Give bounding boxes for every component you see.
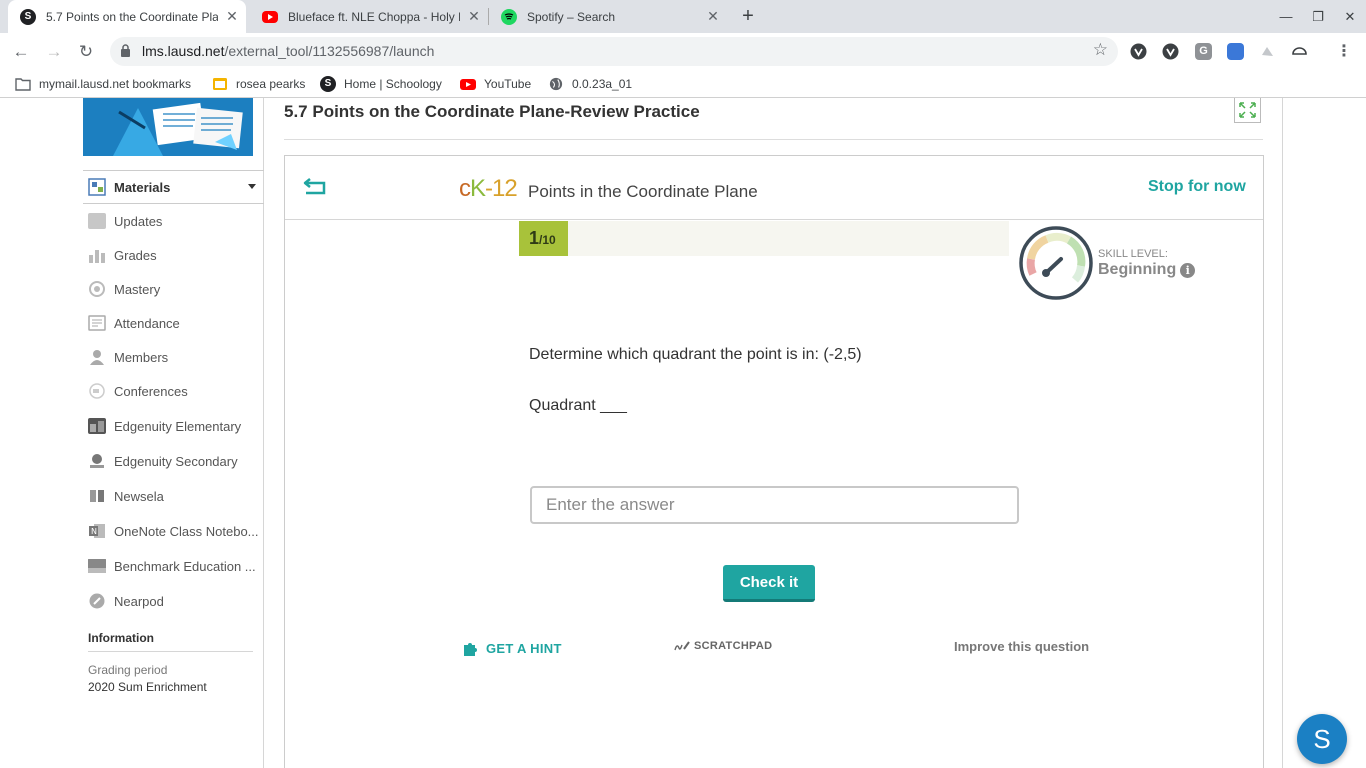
- progress-bar: [519, 221, 1009, 256]
- forward-icon[interactable]: →: [42, 40, 66, 64]
- fullscreen-button[interactable]: [1234, 98, 1261, 123]
- stop-for-now-button[interactable]: Stop for now: [1148, 178, 1246, 196]
- pencil-scribble-icon: [674, 641, 690, 651]
- divider: [88, 651, 253, 652]
- sidebar-item-onenote[interactable]: N OneNote Class Notebo...: [88, 520, 268, 542]
- restore-icon[interactable]: ❐: [1302, 0, 1334, 33]
- folder-icon: [213, 78, 227, 90]
- ck12-header: [285, 156, 1263, 220]
- page-title: 5.7 Points on the Coordinate Plane-Revie…: [284, 102, 700, 121]
- grading-period-label: Grading period: [88, 663, 168, 677]
- sidebar-item-edgenuity-elementary[interactable]: Edgenuity Elementary: [88, 415, 268, 437]
- page-viewport: Materials Updates Grades Mastery Attenda…: [0, 98, 1366, 768]
- bookmark-mymail[interactable]: mymail.lausd.net bookmarks: [15, 70, 191, 98]
- skill-level-label: SKILL LEVEL:: [1098, 248, 1168, 260]
- bookmark-star-icon[interactable]: ☆: [1093, 40, 1108, 60]
- sidebar-item-newsela[interactable]: Newsela: [88, 485, 268, 507]
- new-tab-button[interactable]: +: [736, 5, 760, 29]
- tab-spotify[interactable]: Spotify – Search ✕: [489, 0, 727, 33]
- expand-icon: [1239, 102, 1256, 118]
- spotify-icon: [501, 8, 517, 25]
- get-hint-button[interactable]: GET A HINT: [462, 639, 562, 657]
- sidebar-item-updates[interactable]: Updates: [88, 210, 268, 232]
- question-text: Determine which quadrant the point is in…: [529, 346, 862, 363]
- extension-shield-icon[interactable]: [1130, 43, 1147, 60]
- bookmark-rosea-pearks[interactable]: rosea pearks: [212, 70, 305, 98]
- sidebar-item-benchmark[interactable]: Benchmark Education ...: [88, 555, 268, 577]
- sidebar-item-conferences[interactable]: Conferences: [88, 380, 268, 402]
- globe-icon: [549, 77, 563, 91]
- address-bar[interactable]: lms.lausd.net/external_tool/1132556987/l…: [110, 37, 1118, 66]
- scratchpad-button[interactable]: SCRATCHPAD: [674, 639, 772, 653]
- youtube-icon: [460, 79, 476, 90]
- newsela-icon: [90, 490, 104, 502]
- skill-gauge-icon: [1019, 226, 1093, 300]
- grades-icon: [89, 250, 105, 263]
- materials-icon: [88, 178, 106, 196]
- reload-icon[interactable]: ↻: [74, 40, 98, 64]
- check-it-button[interactable]: Check it: [723, 565, 815, 602]
- sidebar-item-attendance[interactable]: Attendance: [88, 312, 268, 334]
- divider: [284, 139, 1263, 140]
- back-icon[interactable]: ←: [9, 40, 33, 64]
- question-prompt: Quadrant ___: [529, 397, 627, 414]
- puzzle-piece-icon: [464, 643, 477, 656]
- concept-title: Points in the Coordinate Plane: [528, 182, 758, 201]
- information-heading: Information: [88, 631, 154, 645]
- improve-question-link[interactable]: Improve this question: [954, 639, 1089, 654]
- nearpod-icon: [89, 593, 105, 609]
- return-arrow-icon[interactable]: [302, 176, 328, 196]
- folder-icon: [15, 78, 31, 91]
- tab-coordinate-plane[interactable]: S 5.7 Points on the Coordinate Pla ✕: [8, 0, 246, 33]
- browser-tab-bar: S 5.7 Points on the Coordinate Pla ✕ Blu…: [0, 0, 1366, 33]
- sidebar-item-members[interactable]: Members: [88, 346, 268, 368]
- edgenuity-secondary-icon: [90, 454, 104, 468]
- extension-bird-icon[interactable]: [1259, 43, 1276, 60]
- browser-menu-icon[interactable]: ⋮: [1336, 41, 1352, 61]
- updates-icon: [88, 213, 106, 229]
- benchmark-icon: [88, 559, 106, 573]
- mastery-icon: [89, 281, 105, 297]
- sidebar-item-edgenuity-secondary[interactable]: Edgenuity Secondary: [88, 450, 268, 472]
- conferences-icon: [89, 383, 105, 399]
- grading-period-value: 2020 Sum Enrichment: [88, 680, 207, 694]
- chevron-down-icon: [248, 184, 256, 189]
- minimize-icon[interactable]: —: [1270, 0, 1302, 33]
- skill-level-value: Beginning i: [1098, 261, 1196, 279]
- close-tab-icon[interactable]: ✕: [218, 8, 246, 25]
- attendance-icon: [88, 315, 106, 331]
- sidebar-item-nearpod[interactable]: Nearpod: [88, 590, 268, 612]
- url-text: lms.lausd.net/external_tool/1132556987/l…: [142, 43, 435, 59]
- progress-counter: 1/10: [529, 228, 556, 248]
- schoology-icon: S: [320, 76, 336, 92]
- svg-text:N: N: [91, 527, 97, 536]
- extension-g-icon[interactable]: G: [1195, 43, 1212, 60]
- edgenuity-elementary-icon: [88, 418, 106, 434]
- chat-support-button[interactable]: S: [1297, 714, 1347, 764]
- info-icon[interactable]: i: [1180, 262, 1196, 278]
- close-tab-icon[interactable]: ✕: [699, 8, 727, 25]
- extension-cap-icon[interactable]: [1291, 43, 1308, 60]
- onenote-icon: N: [89, 524, 105, 538]
- extension-shield-icon[interactable]: [1162, 43, 1179, 60]
- materials-dropdown[interactable]: Materials: [83, 170, 264, 204]
- members-icon: [90, 350, 104, 365]
- lock-icon: [121, 44, 130, 57]
- close-tab-icon[interactable]: ✕: [460, 8, 488, 25]
- bookmark-version[interactable]: 0.0.23a_01: [548, 70, 632, 98]
- extension-blue-icon[interactable]: [1227, 43, 1244, 60]
- bookmarks-bar: mymail.lausd.net bookmarks rosea pearks …: [0, 70, 1366, 98]
- youtube-icon: [262, 10, 278, 23]
- sidebar-item-grades[interactable]: Grades: [88, 244, 268, 266]
- bookmark-youtube[interactable]: YouTube: [460, 70, 531, 98]
- close-window-icon[interactable]: ✕: [1334, 0, 1366, 33]
- sidebar-item-mastery[interactable]: Mastery: [88, 278, 268, 300]
- schoology-icon: S: [20, 8, 36, 25]
- tab-youtube-blueface[interactable]: Blueface ft. NLE Choppa - Holy M ✕: [250, 0, 488, 33]
- course-banner-image: [83, 98, 253, 156]
- ck12-logo: cK-12: [459, 175, 518, 202]
- browser-toolbar: ← → ↻ lms.lausd.net/external_tool/113255…: [0, 33, 1366, 70]
- answer-input[interactable]: [530, 486, 1019, 524]
- bookmark-schoology[interactable]: S Home | Schoology: [320, 70, 442, 98]
